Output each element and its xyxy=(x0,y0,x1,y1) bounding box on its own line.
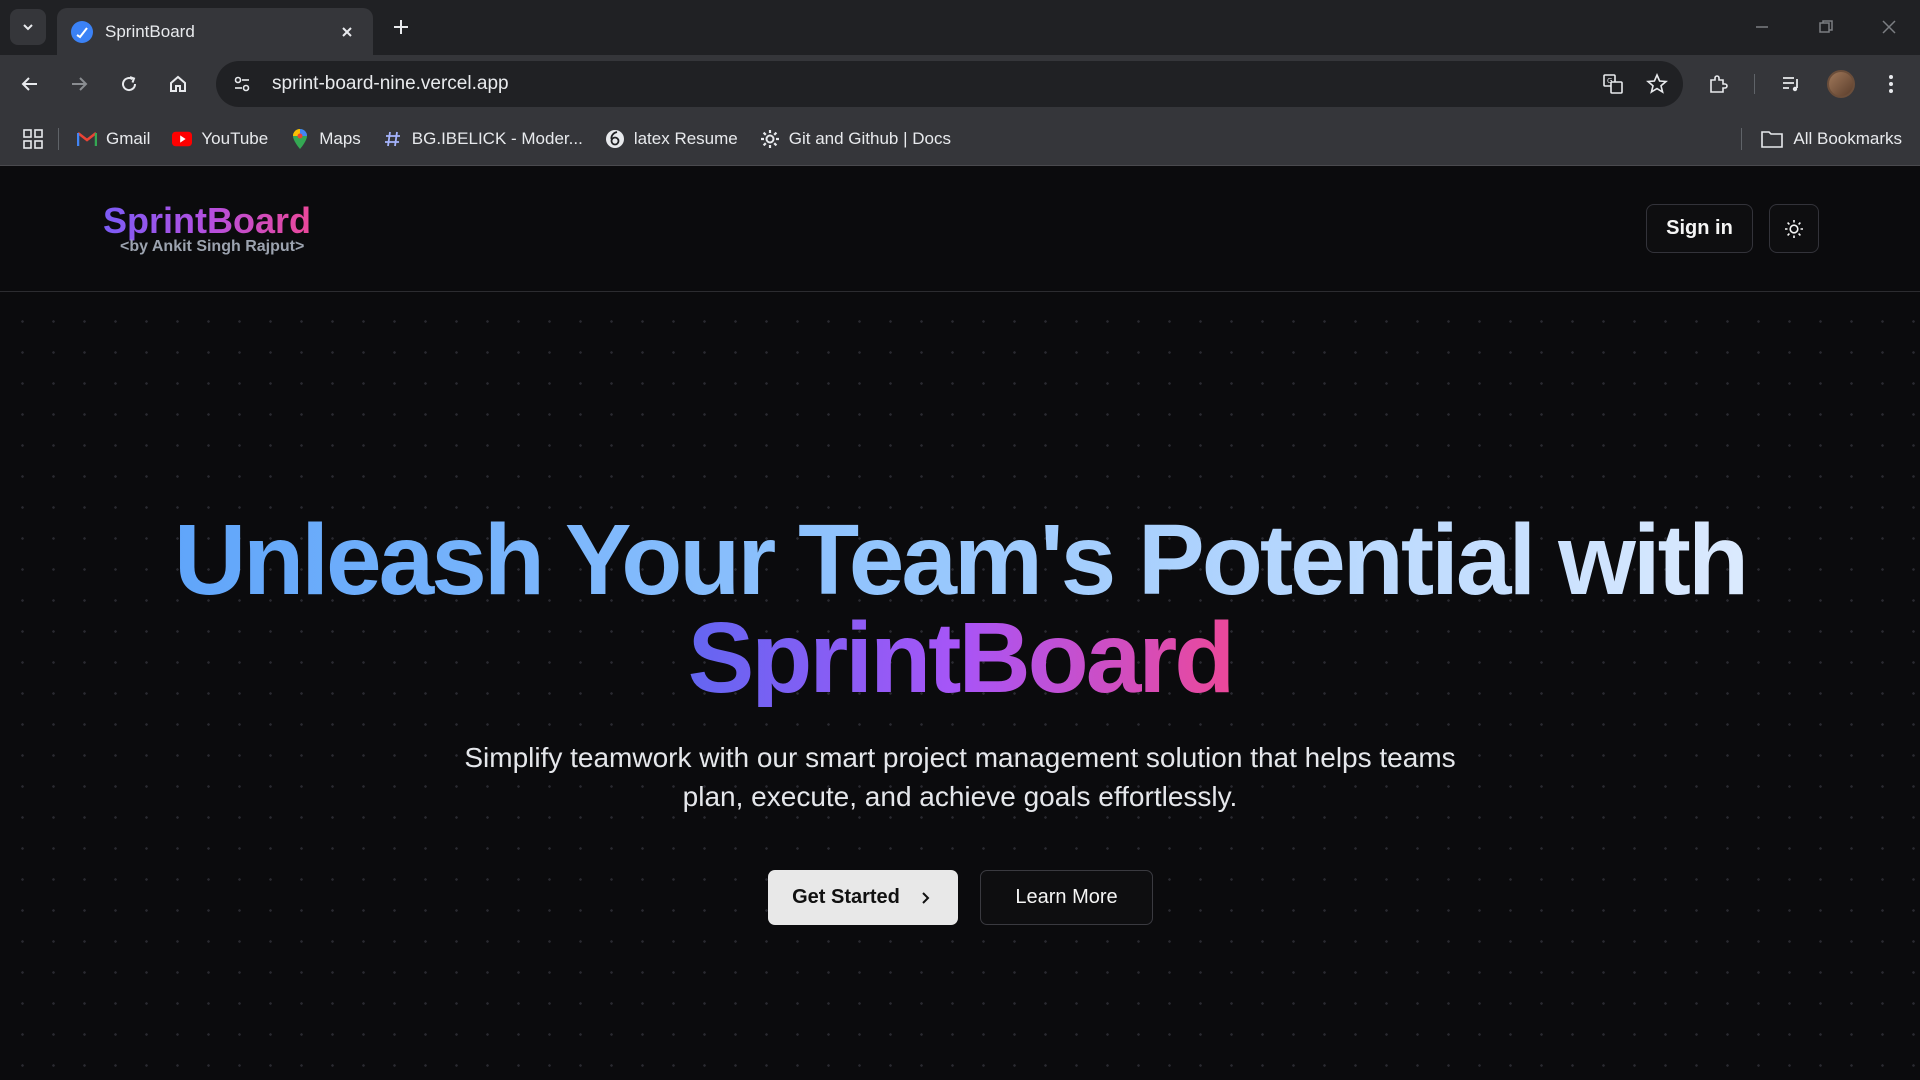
address-bar[interactable]: sprint-board-nine.vercel.app G xyxy=(216,61,1683,107)
browser-menu-button[interactable] xyxy=(1873,66,1909,102)
bookmark-latex-resume[interactable]: latex Resume xyxy=(605,123,738,155)
url-text[interactable]: sprint-board-nine.vercel.app xyxy=(272,73,1595,95)
all-bookmarks-label: All Bookmarks xyxy=(1793,129,1902,148)
playlist-icon xyxy=(1783,77,1798,92)
forward-button[interactable] xyxy=(61,66,97,102)
hero-heading-line1: Unleash Your Team's Potential with xyxy=(173,504,1749,616)
theme-toggle-button[interactable] xyxy=(1769,204,1819,253)
reload-button[interactable] xyxy=(111,66,147,102)
page-content: SprintBoard <by Ankit Singh Rajput> Sign… xyxy=(0,166,1920,1080)
extensions-button[interactable] xyxy=(1700,66,1736,102)
bookmark-star-button[interactable] xyxy=(1639,66,1675,102)
minimize-window-button[interactable] xyxy=(1747,12,1777,42)
close-icon xyxy=(1882,20,1896,34)
youtube-icon xyxy=(172,129,193,149)
chevron-down-icon xyxy=(23,24,33,31)
home-button[interactable] xyxy=(160,66,196,102)
apps-button[interactable] xyxy=(22,123,44,155)
restore-window-button[interactable] xyxy=(1811,12,1841,42)
bookmarks-divider xyxy=(1741,128,1742,150)
close-tab-icon[interactable] xyxy=(335,20,359,44)
browser-tab-strip: SprintBoard xyxy=(0,0,1920,55)
hero-subtitle: Simplify teamwork with our smart project… xyxy=(0,738,1920,816)
hash-icon xyxy=(383,129,403,149)
bookmark-gmail[interactable]: Gmail xyxy=(77,123,150,155)
translate-icon: G xyxy=(1603,74,1623,94)
get-started-label: Get Started xyxy=(792,886,900,908)
site-info-button[interactable] xyxy=(226,68,258,100)
arrow-right-icon xyxy=(72,77,88,91)
tune-icon xyxy=(234,76,250,92)
bookmark-git-github-docs[interactable]: Git and Github | Docs xyxy=(760,123,951,155)
logo-title[interactable]: SprintBoard xyxy=(103,200,311,242)
bookmark-bg-ibelick[interactable]: BG.IBELICK - Moder... xyxy=(383,123,583,155)
close-window-button[interactable] xyxy=(1874,12,1904,42)
bookmark-label: latex Resume xyxy=(633,129,738,148)
back-button[interactable] xyxy=(12,66,48,102)
new-tab-button[interactable] xyxy=(386,12,416,42)
all-bookmarks-button[interactable]: All Bookmarks xyxy=(1760,123,1902,155)
sprintboard-favicon-icon xyxy=(71,20,93,43)
gear-icon xyxy=(760,129,780,149)
maps-icon xyxy=(290,129,310,149)
bookmark-youtube[interactable]: YouTube xyxy=(172,123,268,155)
translate-button[interactable]: G xyxy=(1595,66,1631,102)
site-header: SprintBoard <by Ankit Singh Rajput> Sign… xyxy=(0,166,1920,292)
bookmark-label: BG.IBELICK - Moder... xyxy=(411,129,583,148)
learn-more-button[interactable]: Learn More xyxy=(980,870,1153,925)
active-tab[interactable]: SprintBoard xyxy=(57,8,373,55)
arrow-left-icon xyxy=(21,77,37,91)
sun-icon xyxy=(1785,219,1803,238)
profile-button[interactable] xyxy=(1823,66,1859,102)
gmail-icon xyxy=(77,129,97,149)
bookmark-label: Git and Github | Docs xyxy=(788,129,951,148)
home-icon xyxy=(170,75,186,92)
star-icon xyxy=(1646,73,1668,94)
hero-subtitle-line2: plan, execute, and achieve goals effortl… xyxy=(682,781,1238,812)
logo-subtitle: <by Ankit Singh Rajput> xyxy=(120,238,305,255)
sign-in-button[interactable]: Sign in xyxy=(1646,204,1753,253)
plus-icon xyxy=(394,20,408,34)
apps-grid-icon xyxy=(23,129,43,149)
more-vertical-icon xyxy=(1889,75,1893,93)
tab-search-button[interactable] xyxy=(10,9,46,45)
avatar xyxy=(1827,70,1855,98)
bookmark-label: Gmail xyxy=(106,129,151,148)
restore-icon xyxy=(1819,20,1833,33)
puzzle-icon xyxy=(1710,75,1728,93)
learn-more-label: Learn More xyxy=(1015,886,1118,908)
bookmarks-bar: Gmail YouTube Maps BG.IBELICK - Moder...… xyxy=(0,113,1920,166)
toolbar-divider xyxy=(1754,74,1755,94)
bookmark-label: YouTube xyxy=(201,129,269,148)
chevron-right-icon xyxy=(922,891,930,904)
bookmark-maps[interactable]: Maps xyxy=(290,123,361,155)
reload-icon xyxy=(122,76,137,92)
hero-subtitle-line1: Simplify teamwork with our smart project… xyxy=(464,742,1456,773)
get-started-button[interactable]: Get Started xyxy=(768,870,958,925)
hero-heading: Unleash Your Team's Potential with Sprin… xyxy=(0,504,1920,714)
tab-title: SprintBoard xyxy=(105,21,195,41)
hero-heading-brand: SprintBoard xyxy=(687,602,1236,714)
bookmarks-divider xyxy=(58,128,59,150)
svg-text:G: G xyxy=(1607,77,1612,85)
overleaf-icon xyxy=(605,129,625,149)
media-control-button[interactable] xyxy=(1773,66,1809,102)
minimize-icon xyxy=(1756,26,1768,28)
folder-icon xyxy=(1760,129,1784,149)
bookmark-label: Maps xyxy=(319,129,361,148)
browser-toolbar: sprint-board-nine.vercel.app G xyxy=(0,55,1920,113)
